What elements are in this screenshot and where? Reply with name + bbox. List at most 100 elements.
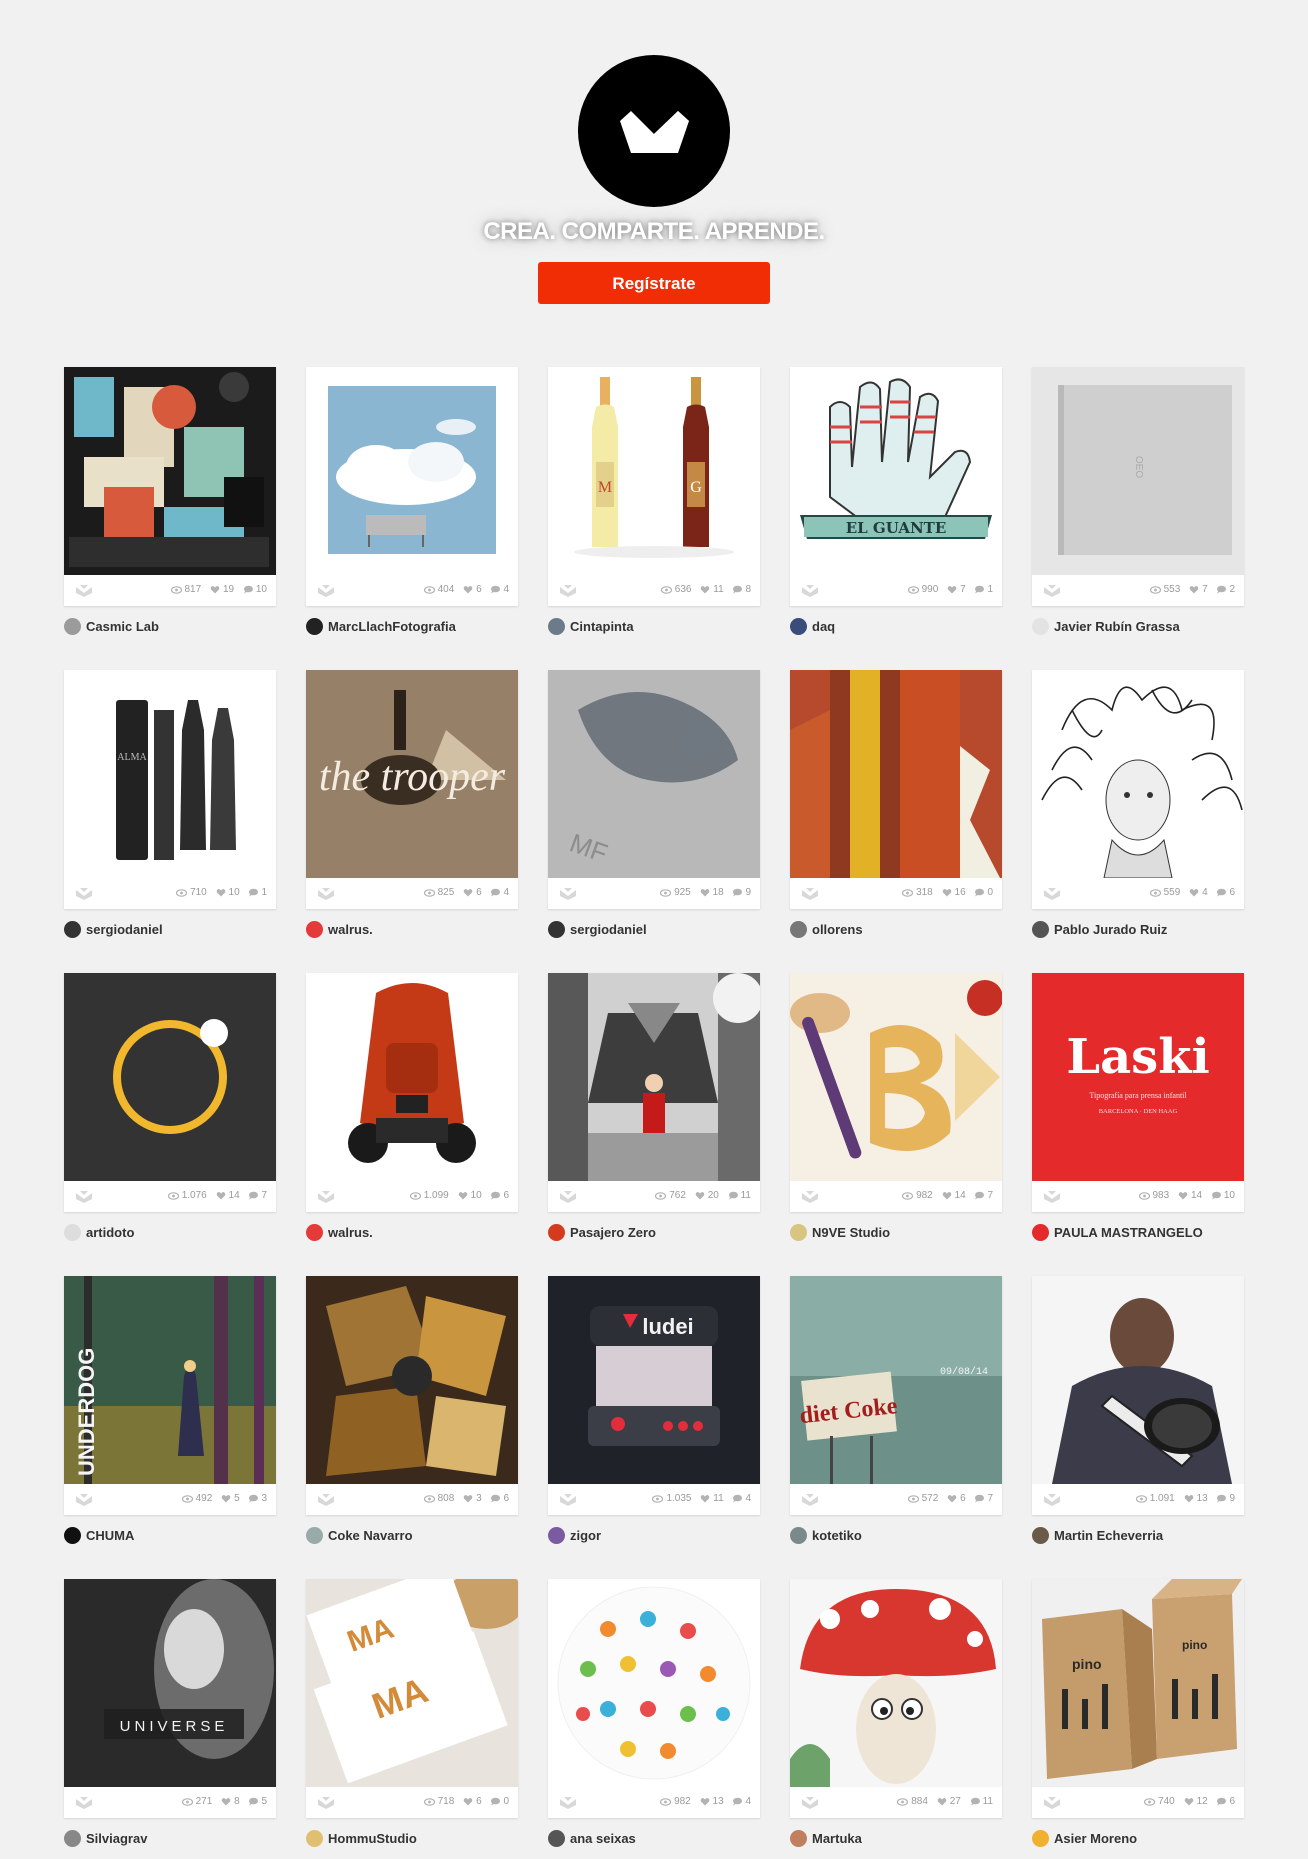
project-thumbnail[interactable] [306, 1276, 518, 1484]
author-avatar [790, 618, 807, 635]
appreciate-icon[interactable] [1042, 583, 1062, 597]
author-avatar [64, 618, 81, 635]
svg-text:M: M [598, 479, 612, 496]
appreciate-icon[interactable] [74, 1795, 94, 1809]
appreciate-icon[interactable] [74, 1189, 94, 1203]
project-cover-box: ALMA 710 10 1 [64, 670, 276, 909]
likes-icon [937, 1798, 946, 1806]
project-thumbnail[interactable] [790, 973, 1002, 1181]
author-avatar [1032, 921, 1049, 938]
appreciate-icon[interactable] [74, 886, 94, 900]
project-thumbnail[interactable]: ALMA [64, 670, 276, 878]
likes-count: 5 [234, 1493, 240, 1504]
register-button[interactable]: Regístrate [538, 262, 770, 304]
svg-text:EL GUANTE: EL GUANTE [846, 519, 947, 537]
project-thumbnail[interactable]: MA MA [306, 1579, 518, 1787]
comments-count: 7 [987, 1493, 993, 1504]
views-icon [176, 889, 188, 897]
project-thumbnail[interactable] [1032, 1276, 1244, 1484]
appreciate-icon[interactable] [558, 886, 578, 900]
project-stats: 982 14 7 [790, 1181, 1002, 1212]
views-count: 982 [674, 1796, 691, 1807]
project-thumbnail[interactable] [548, 1579, 760, 1787]
appreciate-icon[interactable] [1042, 1795, 1062, 1809]
likes-icon [947, 1495, 957, 1503]
likes-count: 7 [1202, 584, 1208, 595]
appreciate-icon[interactable] [316, 1189, 336, 1203]
project-thumbnail[interactable] [548, 973, 760, 1181]
project-thumbnail[interactable] [790, 670, 1002, 878]
appreciate-icon[interactable] [1042, 886, 1062, 900]
likes-count: 8 [234, 1796, 240, 1807]
appreciate-icon[interactable] [800, 1492, 820, 1506]
svg-text:G: G [690, 479, 702, 496]
project-thumbnail[interactable]: ludei [548, 1276, 760, 1484]
project-thumbnail[interactable]: Laski Tipografía para prensa infantil BA… [1032, 973, 1244, 1181]
views-icon [423, 1495, 435, 1503]
views-icon [902, 889, 914, 897]
project-card: 1.099 10 6 walrus. [306, 973, 518, 1241]
appreciate-icon[interactable] [1042, 1189, 1062, 1203]
views-icon [907, 586, 919, 594]
project-thumbnail[interactable]: diet Coke 09/08/14 [790, 1276, 1002, 1484]
appreciate-icon[interactable] [1042, 1492, 1062, 1506]
appreciate-icon[interactable] [74, 583, 94, 597]
svg-text:ALMA: ALMA [117, 752, 147, 763]
project-cover-box: 404 6 4 [306, 367, 518, 606]
project-cover-box: 1.099 10 6 [306, 973, 518, 1212]
project-thumbnail[interactable]: UNIVERSE [64, 1579, 276, 1787]
appreciate-icon[interactable] [316, 1795, 336, 1809]
comments-count: 8 [745, 584, 751, 595]
appreciate-icon[interactable] [316, 583, 336, 597]
project-thumbnail[interactable]: UNDERDOG [64, 1276, 276, 1484]
comments-icon [1217, 585, 1227, 594]
project-thumbnail[interactable]: OEO [1032, 367, 1244, 575]
project-thumbnail[interactable] [306, 367, 518, 575]
appreciate-icon[interactable] [800, 1189, 820, 1203]
author-name: Martin Echeverria [1054, 1528, 1164, 1543]
project-cover-box: pino pino 740 12 6 [1032, 1579, 1244, 1818]
project-thumbnail[interactable] [1032, 670, 1244, 878]
project-stats: 808 3 6 [306, 1484, 518, 1515]
author-avatar [64, 1527, 81, 1544]
project-thumbnail[interactable]: pino pino [1032, 1579, 1244, 1787]
comments-count: 11 [740, 1190, 751, 1201]
appreciate-icon[interactable] [800, 1795, 820, 1809]
appreciate-icon[interactable] [74, 1492, 94, 1506]
appreciate-icon[interactable] [558, 583, 578, 597]
likes-count: 3 [476, 1493, 482, 1504]
views-count: 492 [195, 1493, 213, 1504]
comments-count: 7 [261, 1190, 267, 1201]
appreciate-icon[interactable] [558, 1492, 578, 1506]
behance-logo[interactable] [578, 55, 730, 207]
project-card: EL GUANTE 990 7 1 daq [790, 367, 1002, 635]
project-thumbnail[interactable] [306, 973, 518, 1181]
appreciate-icon[interactable] [316, 886, 336, 900]
author-name: MarcLlachFotografia [328, 619, 456, 634]
likes-icon [942, 1192, 951, 1200]
project-cover-box: 808 3 6 [306, 1276, 518, 1515]
project-thumbnail[interactable] [790, 1579, 1002, 1787]
appreciate-icon[interactable] [800, 886, 820, 900]
black-bottles-image: ALMA [64, 670, 276, 878]
appreciate-icon[interactable] [558, 1189, 578, 1203]
project-thumbnail[interactable] [64, 367, 276, 575]
appreciate-icon[interactable] [316, 1492, 336, 1506]
project-thumbnail[interactable]: M G [548, 367, 760, 575]
views-icon [907, 1495, 919, 1503]
likes-count: 7 [960, 584, 966, 595]
project-thumbnail[interactable]: the trooper [306, 670, 518, 878]
project-thumbnail[interactable]: MF [548, 670, 760, 878]
project-thumbnail[interactable] [64, 973, 276, 1181]
views-count: 553 [1163, 584, 1181, 595]
comments-icon [1217, 888, 1227, 897]
project-stats: 884 27 11 [790, 1787, 1002, 1818]
likes-count: 14 [954, 1190, 966, 1201]
author-name: Coke Navarro [328, 1528, 413, 1543]
project-thumbnail[interactable]: EL GUANTE [790, 367, 1002, 575]
project-card: pino pino 740 12 6 Asier Moreno [1032, 1579, 1244, 1847]
appreciate-icon[interactable] [558, 1795, 578, 1809]
project-card: OEO 553 7 2 Javier Rubín Grassa [1032, 367, 1244, 635]
appreciate-icon[interactable] [800, 583, 820, 597]
views-count: 636 [674, 584, 692, 595]
